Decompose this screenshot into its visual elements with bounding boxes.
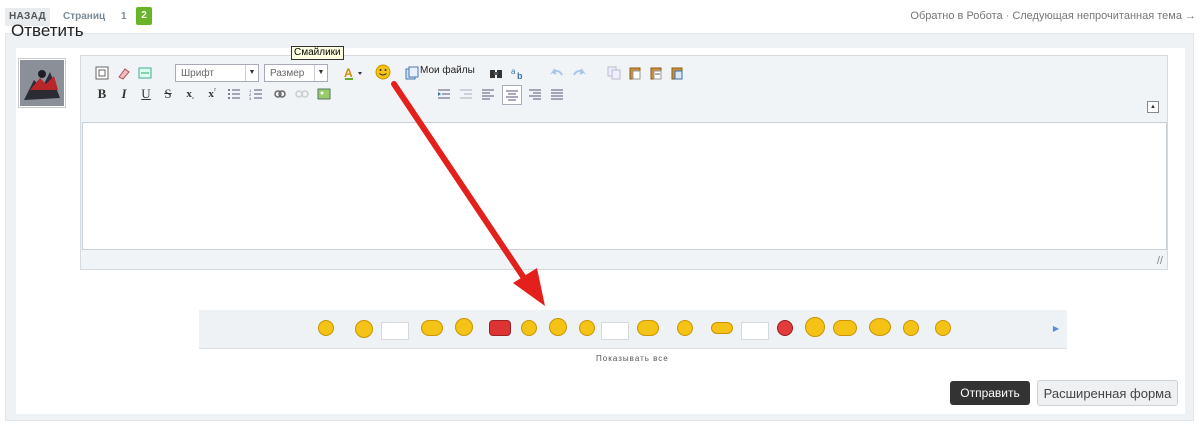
smiley-happy-icon[interactable] xyxy=(355,320,373,338)
smiley-money-icon[interactable] xyxy=(549,318,567,336)
paste-word-icon[interactable] xyxy=(669,65,685,81)
smiley-grin-icon[interactable] xyxy=(521,320,537,336)
smiley-flag-icon[interactable] xyxy=(489,320,511,336)
size-select[interactable]: Размер ▼ xyxy=(264,64,328,82)
chevron-down-icon: ▼ xyxy=(314,65,327,81)
smiley-cool-icon[interactable] xyxy=(935,320,951,336)
nav-separator: · xyxy=(1005,10,1010,22)
smiley-icon[interactable] xyxy=(375,64,391,80)
font-select-value: Шрифт xyxy=(181,68,214,79)
strikethrough-icon[interactable]: S xyxy=(160,86,176,102)
reply-title: Ответить xyxy=(11,21,84,40)
topbar: НАЗАД Страниц 1 2 Обратно в Робота · Следу… xyxy=(0,0,1200,32)
indent-icon[interactable] xyxy=(458,86,474,102)
smiley-bow-icon[interactable] xyxy=(869,318,891,336)
collapse-toolbar-button[interactable]: ▲ xyxy=(1147,101,1159,113)
bullet-list-icon[interactable] xyxy=(226,86,242,102)
eraser-icon[interactable] xyxy=(116,65,132,81)
smiley-shy-icon[interactable] xyxy=(677,320,693,336)
unlink-icon[interactable] xyxy=(294,86,310,102)
image-icon[interactable] xyxy=(316,86,332,102)
reply-textarea[interactable] xyxy=(82,122,1167,250)
toolbar-row-2: B I U S x₂ x² 123 xyxy=(81,85,1167,108)
toolbar-row-1: Шрифт ▼ Размер ▼ A Мои файлы ab xyxy=(81,56,1167,84)
numbered-list-icon[interactable]: 123 xyxy=(248,86,264,102)
smiley-blank-icon[interactable] xyxy=(741,322,769,340)
smilies-tooltip: Смайлики xyxy=(291,46,344,60)
smiley-pair-icon[interactable] xyxy=(833,320,857,336)
my-files-icon[interactable] xyxy=(404,65,420,81)
smiley-smile-icon[interactable] xyxy=(579,320,595,336)
bold-icon[interactable]: B xyxy=(94,86,110,102)
send-button[interactable]: Отправить xyxy=(950,381,1030,405)
avatar-image-icon xyxy=(20,60,64,106)
link-icon[interactable] xyxy=(272,86,288,102)
smilies-next-icon[interactable]: ▶ xyxy=(1053,324,1059,333)
smiley-dizzy-icon[interactable] xyxy=(711,322,733,334)
smiley-laugh-icon[interactable] xyxy=(318,320,334,336)
size-select-value: Размер xyxy=(270,68,305,79)
my-files-label[interactable]: Мои файлы xyxy=(420,65,475,76)
paste-text-icon[interactable] xyxy=(648,65,664,81)
replace-icon[interactable]: ab xyxy=(511,65,527,81)
svg-text:b: b xyxy=(517,71,523,80)
horizontal-rule-icon[interactable] xyxy=(137,65,153,81)
smiley-worried-icon[interactable] xyxy=(903,320,919,336)
underline-icon[interactable]: U xyxy=(138,86,154,102)
undo-icon[interactable] xyxy=(549,65,565,81)
italic-icon[interactable]: I xyxy=(116,86,132,102)
page-current-2: 2 xyxy=(136,7,152,25)
svg-text:3: 3 xyxy=(249,96,252,101)
align-center-icon[interactable] xyxy=(502,85,522,105)
next-unread-link[interactable]: Следующая непрочитанная тема → xyxy=(1012,10,1196,22)
smiley-angry-icon[interactable] xyxy=(777,320,793,336)
align-left-icon[interactable] xyxy=(480,86,496,102)
rich-text-editor: Шрифт ▼ Размер ▼ A Мои файлы ab B I U S … xyxy=(80,55,1168,270)
svg-text:a: a xyxy=(511,67,516,76)
avatar xyxy=(18,58,66,108)
smiley-blank-icon[interactable] xyxy=(601,322,629,340)
find-icon[interactable] xyxy=(488,65,504,81)
smilies-tray: ▶ xyxy=(199,310,1067,349)
smiley-shock-icon[interactable] xyxy=(805,317,825,337)
paste-icon[interactable] xyxy=(627,65,643,81)
align-right-icon[interactable] xyxy=(527,86,543,102)
chevron-down-icon: ▼ xyxy=(245,65,258,81)
font-select[interactable]: Шрифт ▼ xyxy=(175,64,259,82)
smiley-blank-icon[interactable] xyxy=(381,322,409,340)
resize-handle-icon[interactable]: // xyxy=(1157,255,1163,267)
svg-text:A: A xyxy=(344,66,353,80)
smiley-surprised-icon[interactable] xyxy=(455,318,473,336)
advanced-form-button[interactable]: Расширенная форма xyxy=(1037,380,1178,406)
subscript-icon[interactable]: x₂ xyxy=(182,86,198,102)
copy-icon[interactable] xyxy=(606,65,622,81)
back-to-forum-link[interactable]: Обратно в Робота xyxy=(910,10,1002,22)
superscript-icon[interactable]: x² xyxy=(204,86,220,102)
outdent-icon[interactable] xyxy=(436,86,452,102)
smiley-wink-icon[interactable] xyxy=(421,320,443,336)
topic-nav: Обратно в Робота · Следующая непрочитанная… xyxy=(910,10,1196,22)
source-icon[interactable] xyxy=(94,65,110,81)
align-justify-icon[interactable] xyxy=(549,86,565,102)
text-color-icon[interactable]: A xyxy=(343,65,365,81)
smiley-peace-icon[interactable] xyxy=(637,320,659,336)
redo-icon[interactable] xyxy=(571,65,587,81)
page-link-1[interactable]: 1 xyxy=(121,11,127,22)
show-all-smilies-link[interactable]: Показывать все xyxy=(596,354,669,363)
